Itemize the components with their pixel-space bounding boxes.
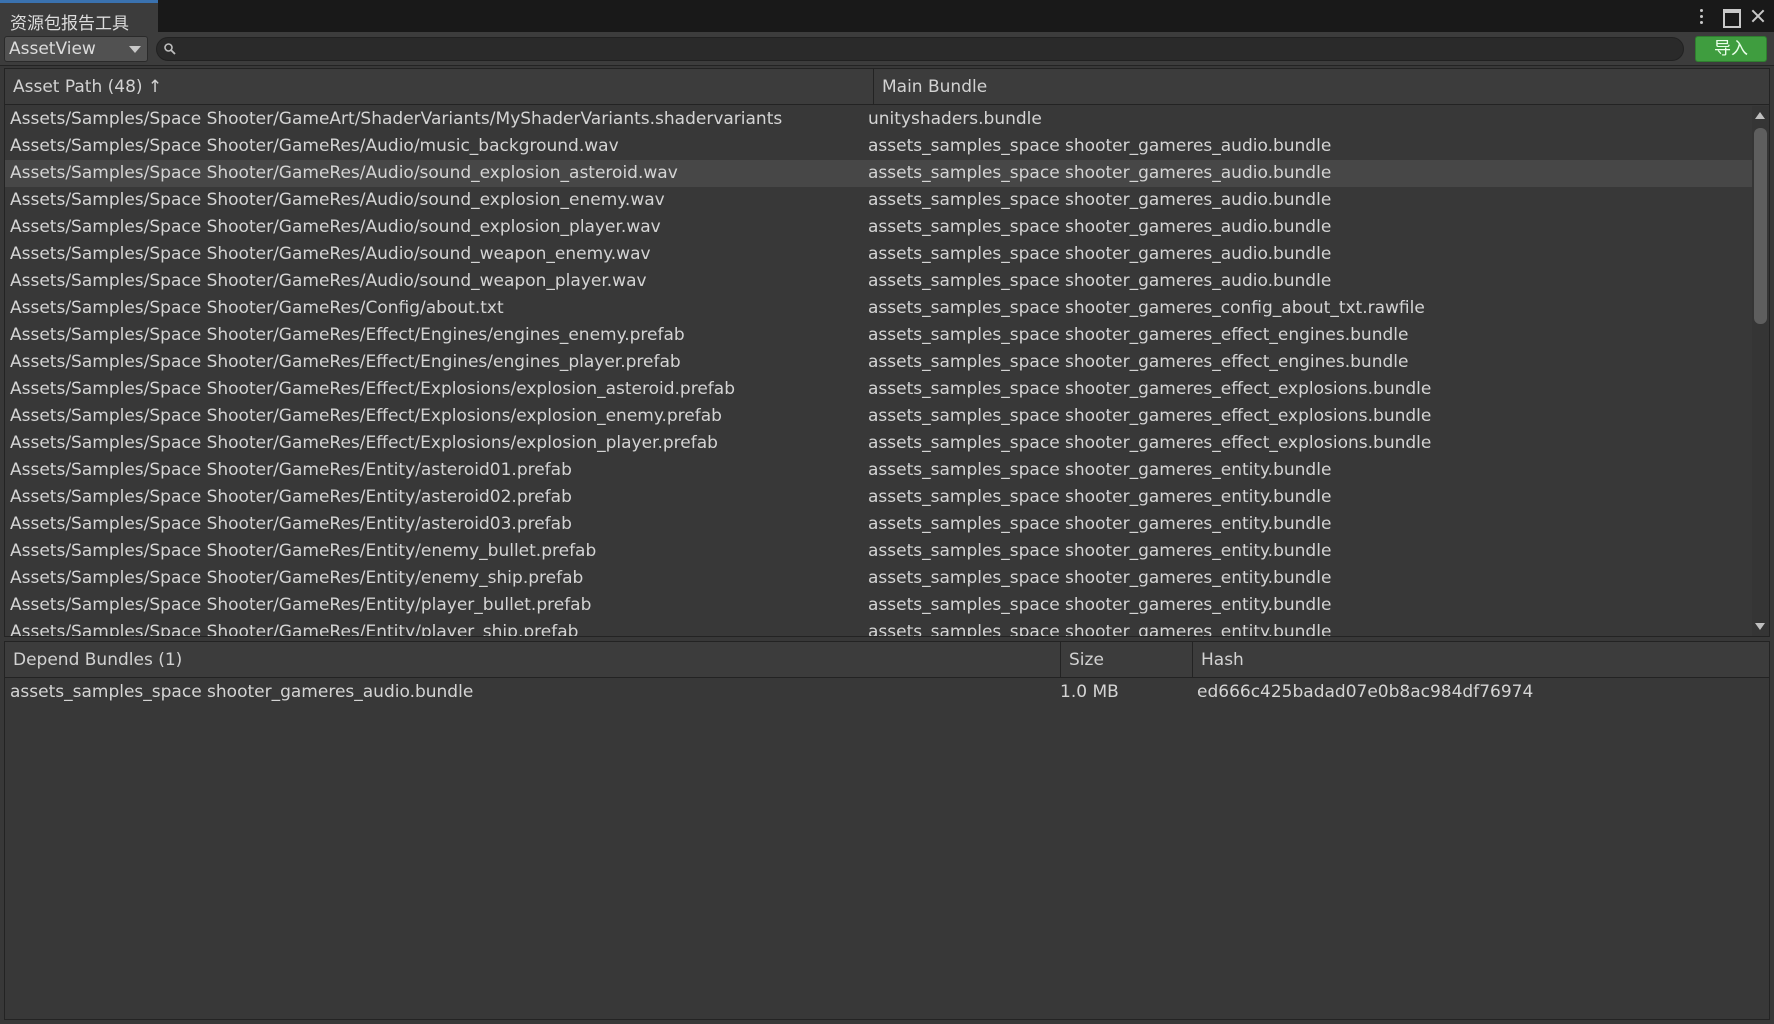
scrollbar-thumb[interactable]	[1754, 128, 1767, 324]
title-bar: 资源包报告工具	[0, 0, 1774, 34]
asset-path-cell: Assets/Samples/Space Shooter/GameRes/Aud…	[10, 271, 647, 291]
table-row[interactable]: Assets/Samples/Space Shooter/GameRes/Aud…	[5, 268, 1753, 295]
main-bundle-cell: unityshaders.bundle	[868, 109, 1042, 129]
asset-rows: Assets/Samples/Space Shooter/GameArt/Sha…	[5, 106, 1753, 636]
table-row[interactable]: Assets/Samples/Space Shooter/GameRes/Ent…	[5, 457, 1753, 484]
main-bundle-cell: assets_samples_space shooter_gameres_aud…	[868, 244, 1332, 264]
hash-cell: ed666c425badad07e0b8ac984df76974	[1197, 682, 1534, 702]
main-bundle-cell: assets_samples_space shooter_gameres_aud…	[868, 136, 1332, 156]
main-bundle-cell: assets_samples_space shooter_gameres_ent…	[868, 622, 1332, 636]
search-icon	[164, 43, 176, 55]
close-icon[interactable]	[1750, 6, 1766, 26]
table-row[interactable]: Assets/Samples/Space Shooter/GameRes/Eff…	[5, 430, 1753, 457]
view-mode-value: AssetView	[9, 39, 96, 59]
asset-path-cell: Assets/Samples/Space Shooter/GameRes/Eff…	[10, 379, 735, 399]
main-bundle-cell: assets_samples_space shooter_gameres_ent…	[868, 487, 1332, 507]
table-row[interactable]: Assets/Samples/Space Shooter/GameRes/Con…	[5, 295, 1753, 322]
column-header-main-bundle[interactable]: Main Bundle	[873, 69, 1769, 105]
more-options-icon[interactable]	[1694, 6, 1710, 26]
asset-path-cell: Assets/Samples/Space Shooter/GameRes/Ent…	[10, 622, 579, 636]
main-bundle-cell: assets_samples_space shooter_gameres_ent…	[868, 460, 1332, 480]
size-cell: 1.0 MB	[1060, 682, 1119, 702]
main-bundle-cell: assets_samples_space shooter_gameres_aud…	[868, 163, 1332, 183]
main-bundle-cell: assets_samples_space shooter_gameres_ent…	[868, 595, 1332, 615]
table-row[interactable]: assets_samples_space shooter_gameres_aud…	[5, 679, 1753, 706]
table-row[interactable]: Assets/Samples/Space Shooter/GameRes/Ent…	[5, 619, 1753, 636]
view-mode-dropdown[interactable]: AssetView	[4, 36, 148, 62]
main-bundle-cell: assets_samples_space shooter_gameres_aud…	[868, 271, 1332, 291]
asset-path-cell: Assets/Samples/Space Shooter/GameRes/Eff…	[10, 325, 685, 345]
search-field[interactable]	[156, 37, 1684, 61]
main-bundle-cell: assets_samples_space shooter_gameres_eff…	[868, 406, 1432, 426]
table-row[interactable]: Assets/Samples/Space Shooter/GameRes/Eff…	[5, 349, 1753, 376]
table-row[interactable]: Assets/Samples/Space Shooter/GameRes/Eff…	[5, 403, 1753, 430]
asset-path-cell: Assets/Samples/Space Shooter/GameRes/Aud…	[10, 136, 619, 156]
asset-path-cell: Assets/Samples/Space Shooter/GameRes/Con…	[10, 298, 504, 318]
asset-path-cell: Assets/Samples/Space Shooter/GameRes/Eff…	[10, 433, 718, 453]
asset-path-cell: Assets/Samples/Space Shooter/GameRes/Ent…	[10, 487, 572, 507]
table-row[interactable]: Assets/Samples/Space Shooter/GameRes/Aud…	[5, 187, 1753, 214]
asset-path-cell: Assets/Samples/Space Shooter/GameRes/Ent…	[10, 541, 597, 561]
table-row[interactable]: Assets/Samples/Space Shooter/GameRes/Aud…	[5, 133, 1753, 160]
asset-path-cell: Assets/Samples/Space Shooter/GameRes/Eff…	[10, 352, 681, 372]
main-bundle-cell: assets_samples_space shooter_gameres_ent…	[868, 568, 1332, 588]
search-input[interactable]	[181, 39, 1671, 59]
asset-path-cell: Assets/Samples/Space Shooter/GameRes/Aud…	[10, 244, 651, 264]
main-bundle-cell: assets_samples_space shooter_gameres_eff…	[868, 325, 1409, 345]
asset-path-cell: Assets/Samples/Space Shooter/GameRes/Eff…	[10, 406, 722, 426]
main-bundle-cell: assets_samples_space shooter_gameres_eff…	[868, 352, 1409, 372]
table-row[interactable]: Assets/Samples/Space Shooter/GameRes/Aud…	[5, 241, 1753, 268]
table-row[interactable]: Assets/Samples/Space Shooter/GameArt/Sha…	[5, 106, 1753, 133]
table-row[interactable]: Assets/Samples/Space Shooter/GameRes/Ent…	[5, 538, 1753, 565]
depend-bundles-table: Depend Bundles (1) Size Hash assets_samp…	[4, 641, 1770, 1020]
column-header-depend-bundles[interactable]: Depend Bundles (1)	[5, 642, 1060, 678]
table-row[interactable]: Assets/Samples/Space Shooter/GameRes/Aud…	[5, 214, 1753, 241]
asset-path-cell: Assets/Samples/Space Shooter/GameRes/Ent…	[10, 568, 584, 588]
asset-path-cell: Assets/Samples/Space Shooter/GameRes/Ent…	[10, 514, 572, 534]
asset-table: Asset Path (48) ↑ Main Bundle Assets/Sam…	[4, 68, 1770, 637]
dropdown-arrow-icon	[129, 46, 141, 53]
main-bundle-cell: assets_samples_space shooter_gameres_eff…	[868, 379, 1432, 399]
table-row[interactable]: Assets/Samples/Space Shooter/GameRes/Ent…	[5, 511, 1753, 538]
column-header-size[interactable]: Size	[1060, 642, 1192, 678]
asset-path-cell: Assets/Samples/Space Shooter/GameRes/Aud…	[10, 190, 665, 210]
asset-path-cell: Assets/Samples/Space Shooter/GameArt/Sha…	[10, 109, 783, 129]
asset-path-cell: Assets/Samples/Space Shooter/GameRes/Aud…	[10, 163, 678, 183]
table-row[interactable]: Assets/Samples/Space Shooter/GameRes/Aud…	[5, 160, 1753, 187]
asset-path-cell: Assets/Samples/Space Shooter/GameRes/Ent…	[10, 460, 572, 480]
main-bundle-cell: assets_samples_space shooter_gameres_con…	[868, 298, 1425, 318]
main-bundle-cell: assets_samples_space shooter_gameres_eff…	[868, 433, 1432, 453]
main-bundle-cell: assets_samples_space shooter_gameres_aud…	[868, 217, 1332, 237]
table-row[interactable]: Assets/Samples/Space Shooter/GameRes/Ent…	[5, 592, 1753, 619]
table-row[interactable]: Assets/Samples/Space Shooter/GameRes/Eff…	[5, 322, 1753, 349]
import-button[interactable]: 导入	[1695, 36, 1767, 62]
table-row[interactable]: Assets/Samples/Space Shooter/GameRes/Ent…	[5, 565, 1753, 592]
scroll-up-icon[interactable]	[1755, 112, 1765, 119]
main-bundle-cell: assets_samples_space shooter_gameres_ent…	[868, 514, 1332, 534]
main-bundle-cell: assets_samples_space shooter_gameres_aud…	[868, 190, 1332, 210]
asset-path-cell: Assets/Samples/Space Shooter/GameRes/Ent…	[10, 595, 592, 615]
depend-bundle-cell: assets_samples_space shooter_gameres_aud…	[10, 682, 474, 702]
scroll-down-icon[interactable]	[1755, 623, 1765, 630]
main-bundle-cell: assets_samples_space shooter_gameres_ent…	[868, 541, 1332, 561]
table-row[interactable]: Assets/Samples/Space Shooter/GameRes/Eff…	[5, 376, 1753, 403]
window-title: 资源包报告工具	[10, 14, 129, 34]
window-controls	[1694, 4, 1766, 28]
column-header-asset-path[interactable]: Asset Path (48) ↑	[5, 69, 873, 105]
table-row[interactable]: Assets/Samples/Space Shooter/GameRes/Ent…	[5, 484, 1753, 511]
asset-path-cell: Assets/Samples/Space Shooter/GameRes/Aud…	[10, 217, 661, 237]
vertical-scrollbar[interactable]	[1752, 106, 1769, 636]
maximize-icon[interactable]	[1722, 6, 1741, 28]
toolbar: AssetView 导入	[0, 32, 1774, 66]
window-tab[interactable]: 资源包报告工具	[0, 0, 158, 34]
column-header-hash[interactable]: Hash	[1192, 642, 1769, 678]
